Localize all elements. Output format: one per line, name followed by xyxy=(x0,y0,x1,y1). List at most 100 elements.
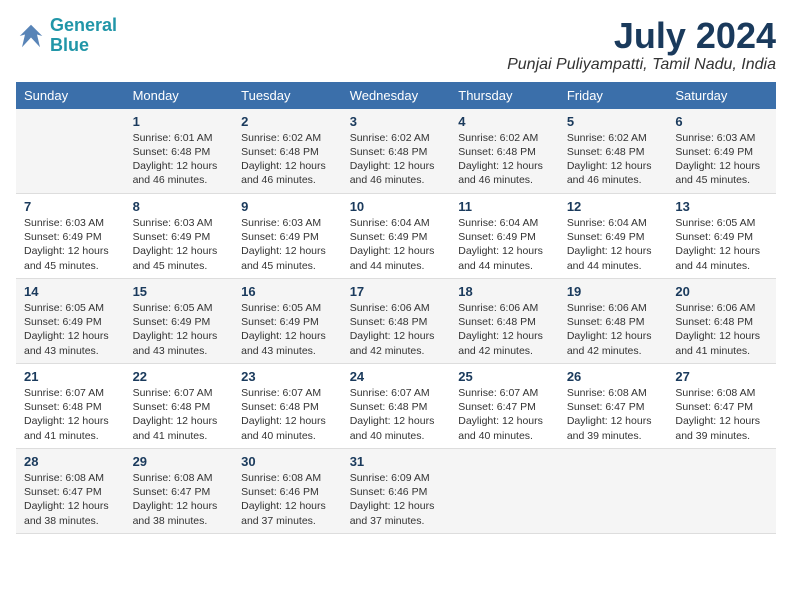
day-info: Sunrise: 6:05 AM Sunset: 6:49 PM Dayligh… xyxy=(24,301,117,358)
day-number: 30 xyxy=(241,454,334,469)
day-info: Sunrise: 6:07 AM Sunset: 6:47 PM Dayligh… xyxy=(458,386,551,443)
logo-text: General Blue xyxy=(50,16,117,56)
calendar-cell: 9 Sunrise: 6:03 AM Sunset: 6:49 PM Daylig… xyxy=(233,194,342,279)
calendar-cell: 3 Sunrise: 6:02 AM Sunset: 6:48 PM Daylig… xyxy=(342,109,451,194)
calendar-body: 1Sunrise: 6:01 AM Sunset: 6:48 PM Daylig… xyxy=(16,109,776,534)
calendar-cell: 12 Sunrise: 6:04 AM Sunset: 6:49 PM Dayli… xyxy=(559,194,668,279)
calendar-cell: 18Sunrise: 6:06 AM Sunset: 6:48 PM Dayli… xyxy=(450,279,559,364)
day-info: Sunrise: 6:02 AM Sunset: 6:48 PM Dayligh… xyxy=(458,131,551,188)
day-number: 13 xyxy=(675,199,768,214)
day-info: Sunrise: 6:03 AM Sunset: 6:49 PM Dayligh… xyxy=(24,216,117,273)
day-number: 28 xyxy=(24,454,117,469)
logo-icon xyxy=(16,21,46,51)
day-info: Sunrise: 6:07 AM Sunset: 6:48 PM Dayligh… xyxy=(241,386,334,443)
calendar-cell xyxy=(16,109,125,194)
calendar-week-4: 21 Sunrise: 6:07 AM Sunset: 6:48 PM Dayli… xyxy=(16,364,776,449)
calendar-cell: 25 Sunrise: 6:07 AM Sunset: 6:47 PM Dayli… xyxy=(450,364,559,449)
day-info: Sunrise: 6:05 AM Sunset: 6:49 PM Dayligh… xyxy=(241,301,334,358)
day-number: 10 xyxy=(350,199,443,214)
day-number: 3 xyxy=(350,114,443,129)
day-info: Sunrise: 6:08 AM Sunset: 6:46 PM Dayligh… xyxy=(241,471,334,528)
calendar-cell: 14 Sunrise: 6:05 AM Sunset: 6:49 PM Dayli… xyxy=(16,279,125,364)
calendar-cell xyxy=(667,449,776,534)
day-number: 11 xyxy=(458,199,551,214)
calendar-cell: 27 Sunrise: 6:08 AM Sunset: 6:47 PM Dayli… xyxy=(667,364,776,449)
day-number: 2 xyxy=(241,114,334,129)
day-number: 9 xyxy=(241,199,334,214)
day-info: Sunrise: 6:02 AM Sunset: 6:48 PM Dayligh… xyxy=(567,131,660,188)
day-number: 26 xyxy=(567,369,660,384)
day-number: 25 xyxy=(458,369,551,384)
day-info: Sunrise: 6:09 AM Sunset: 6:46 PM Dayligh… xyxy=(350,471,443,528)
calendar-cell: 5 Sunrise: 6:02 AM Sunset: 6:48 PM Daylig… xyxy=(559,109,668,194)
calendar-cell: 30 Sunrise: 6:08 AM Sunset: 6:46 PM Dayli… xyxy=(233,449,342,534)
header-friday: Friday xyxy=(559,82,668,109)
header-sunday: Sunday xyxy=(16,82,125,109)
calendar-cell: 6 Sunrise: 6:03 AM Sunset: 6:49 PM Daylig… xyxy=(667,109,776,194)
day-number: 15 xyxy=(133,284,226,299)
day-number: 23 xyxy=(241,369,334,384)
day-number: 27 xyxy=(675,369,768,384)
day-info: Sunrise: 6:06 AM Sunset: 6:48 PM Dayligh… xyxy=(567,301,660,358)
calendar-cell: 20Sunrise: 6:06 AM Sunset: 6:48 PM Dayli… xyxy=(667,279,776,364)
day-info: Sunrise: 6:03 AM Sunset: 6:49 PM Dayligh… xyxy=(241,216,334,273)
calendar-cell: 13Sunrise: 6:05 AM Sunset: 6:49 PM Dayli… xyxy=(667,194,776,279)
day-info: Sunrise: 6:03 AM Sunset: 6:49 PM Dayligh… xyxy=(675,131,768,188)
calendar-header: Sunday Monday Tuesday Wednesday Thursday… xyxy=(16,82,776,109)
day-number: 16 xyxy=(241,284,334,299)
day-info: Sunrise: 6:07 AM Sunset: 6:48 PM Dayligh… xyxy=(24,386,117,443)
day-number: 19 xyxy=(567,284,660,299)
day-number: 21 xyxy=(24,369,117,384)
calendar-week-3: 14 Sunrise: 6:05 AM Sunset: 6:49 PM Dayli… xyxy=(16,279,776,364)
day-number: 29 xyxy=(133,454,226,469)
day-info: Sunrise: 6:08 AM Sunset: 6:47 PM Dayligh… xyxy=(24,471,117,528)
calendar-cell: 7Sunrise: 6:03 AM Sunset: 6:49 PM Daylig… xyxy=(16,194,125,279)
header-thursday: Thursday xyxy=(450,82,559,109)
day-number: 5 xyxy=(567,114,660,129)
day-number: 14 xyxy=(24,284,117,299)
logo-line1: General xyxy=(50,15,117,35)
day-info: Sunrise: 6:04 AM Sunset: 6:49 PM Dayligh… xyxy=(567,216,660,273)
calendar-week-1: 1Sunrise: 6:01 AM Sunset: 6:48 PM Daylig… xyxy=(16,109,776,194)
day-info: Sunrise: 6:08 AM Sunset: 6:47 PM Dayligh… xyxy=(133,471,226,528)
calendar-cell: 16 Sunrise: 6:05 AM Sunset: 6:49 PM Dayli… xyxy=(233,279,342,364)
calendar-cell xyxy=(450,449,559,534)
calendar-week-5: 28 Sunrise: 6:08 AM Sunset: 6:47 PM Dayli… xyxy=(16,449,776,534)
day-info: Sunrise: 6:07 AM Sunset: 6:48 PM Dayligh… xyxy=(350,386,443,443)
day-number: 12 xyxy=(567,199,660,214)
day-number: 24 xyxy=(350,369,443,384)
header-tuesday: Tuesday xyxy=(233,82,342,109)
month-title: July 2024 xyxy=(507,16,776,56)
day-info: Sunrise: 6:06 AM Sunset: 6:48 PM Dayligh… xyxy=(458,301,551,358)
day-info: Sunrise: 6:08 AM Sunset: 6:47 PM Dayligh… xyxy=(567,386,660,443)
day-info: Sunrise: 6:02 AM Sunset: 6:48 PM Dayligh… xyxy=(350,131,443,188)
day-number: 17 xyxy=(350,284,443,299)
page-header: General Blue July 2024 Punjai Puliyampat… xyxy=(16,16,776,74)
calendar-cell: 1Sunrise: 6:01 AM Sunset: 6:48 PM Daylig… xyxy=(125,109,234,194)
day-info: Sunrise: 6:05 AM Sunset: 6:49 PM Dayligh… xyxy=(133,301,226,358)
logo: General Blue xyxy=(16,16,117,56)
calendar-cell xyxy=(559,449,668,534)
calendar-cell: 11Sunrise: 6:04 AM Sunset: 6:49 PM Dayli… xyxy=(450,194,559,279)
calendar-cell: 29 Sunrise: 6:08 AM Sunset: 6:47 PM Dayli… xyxy=(125,449,234,534)
calendar-cell: 4 Sunrise: 6:02 AM Sunset: 6:48 PM Daylig… xyxy=(450,109,559,194)
calendar-cell: 2Sunrise: 6:02 AM Sunset: 6:48 PM Daylig… xyxy=(233,109,342,194)
calendar-cell: 8Sunrise: 6:03 AM Sunset: 6:49 PM Daylig… xyxy=(125,194,234,279)
calendar-cell: 21 Sunrise: 6:07 AM Sunset: 6:48 PM Dayli… xyxy=(16,364,125,449)
day-info: Sunrise: 6:08 AM Sunset: 6:47 PM Dayligh… xyxy=(675,386,768,443)
header-wednesday: Wednesday xyxy=(342,82,451,109)
day-number: 6 xyxy=(675,114,768,129)
calendar-cell: 23 Sunrise: 6:07 AM Sunset: 6:48 PM Dayli… xyxy=(233,364,342,449)
day-number: 4 xyxy=(458,114,551,129)
calendar-cell: 10Sunrise: 6:04 AM Sunset: 6:49 PM Dayli… xyxy=(342,194,451,279)
calendar-cell: 24 Sunrise: 6:07 AM Sunset: 6:48 PM Dayli… xyxy=(342,364,451,449)
calendar-cell: 19 Sunrise: 6:06 AM Sunset: 6:48 PM Dayli… xyxy=(559,279,668,364)
day-info: Sunrise: 6:06 AM Sunset: 6:48 PM Dayligh… xyxy=(675,301,768,358)
title-section: July 2024 Punjai Puliyampatti, Tamil Nad… xyxy=(507,16,776,74)
day-info: Sunrise: 6:01 AM Sunset: 6:48 PM Dayligh… xyxy=(133,131,226,188)
calendar-cell: 31Sunrise: 6:09 AM Sunset: 6:46 PM Dayli… xyxy=(342,449,451,534)
logo-line2: Blue xyxy=(50,35,89,55)
calendar-table: Sunday Monday Tuesday Wednesday Thursday… xyxy=(16,82,776,535)
location-title: Punjai Puliyampatti, Tamil Nadu, India xyxy=(507,56,776,74)
calendar-cell: 15 Sunrise: 6:05 AM Sunset: 6:49 PM Dayli… xyxy=(125,279,234,364)
